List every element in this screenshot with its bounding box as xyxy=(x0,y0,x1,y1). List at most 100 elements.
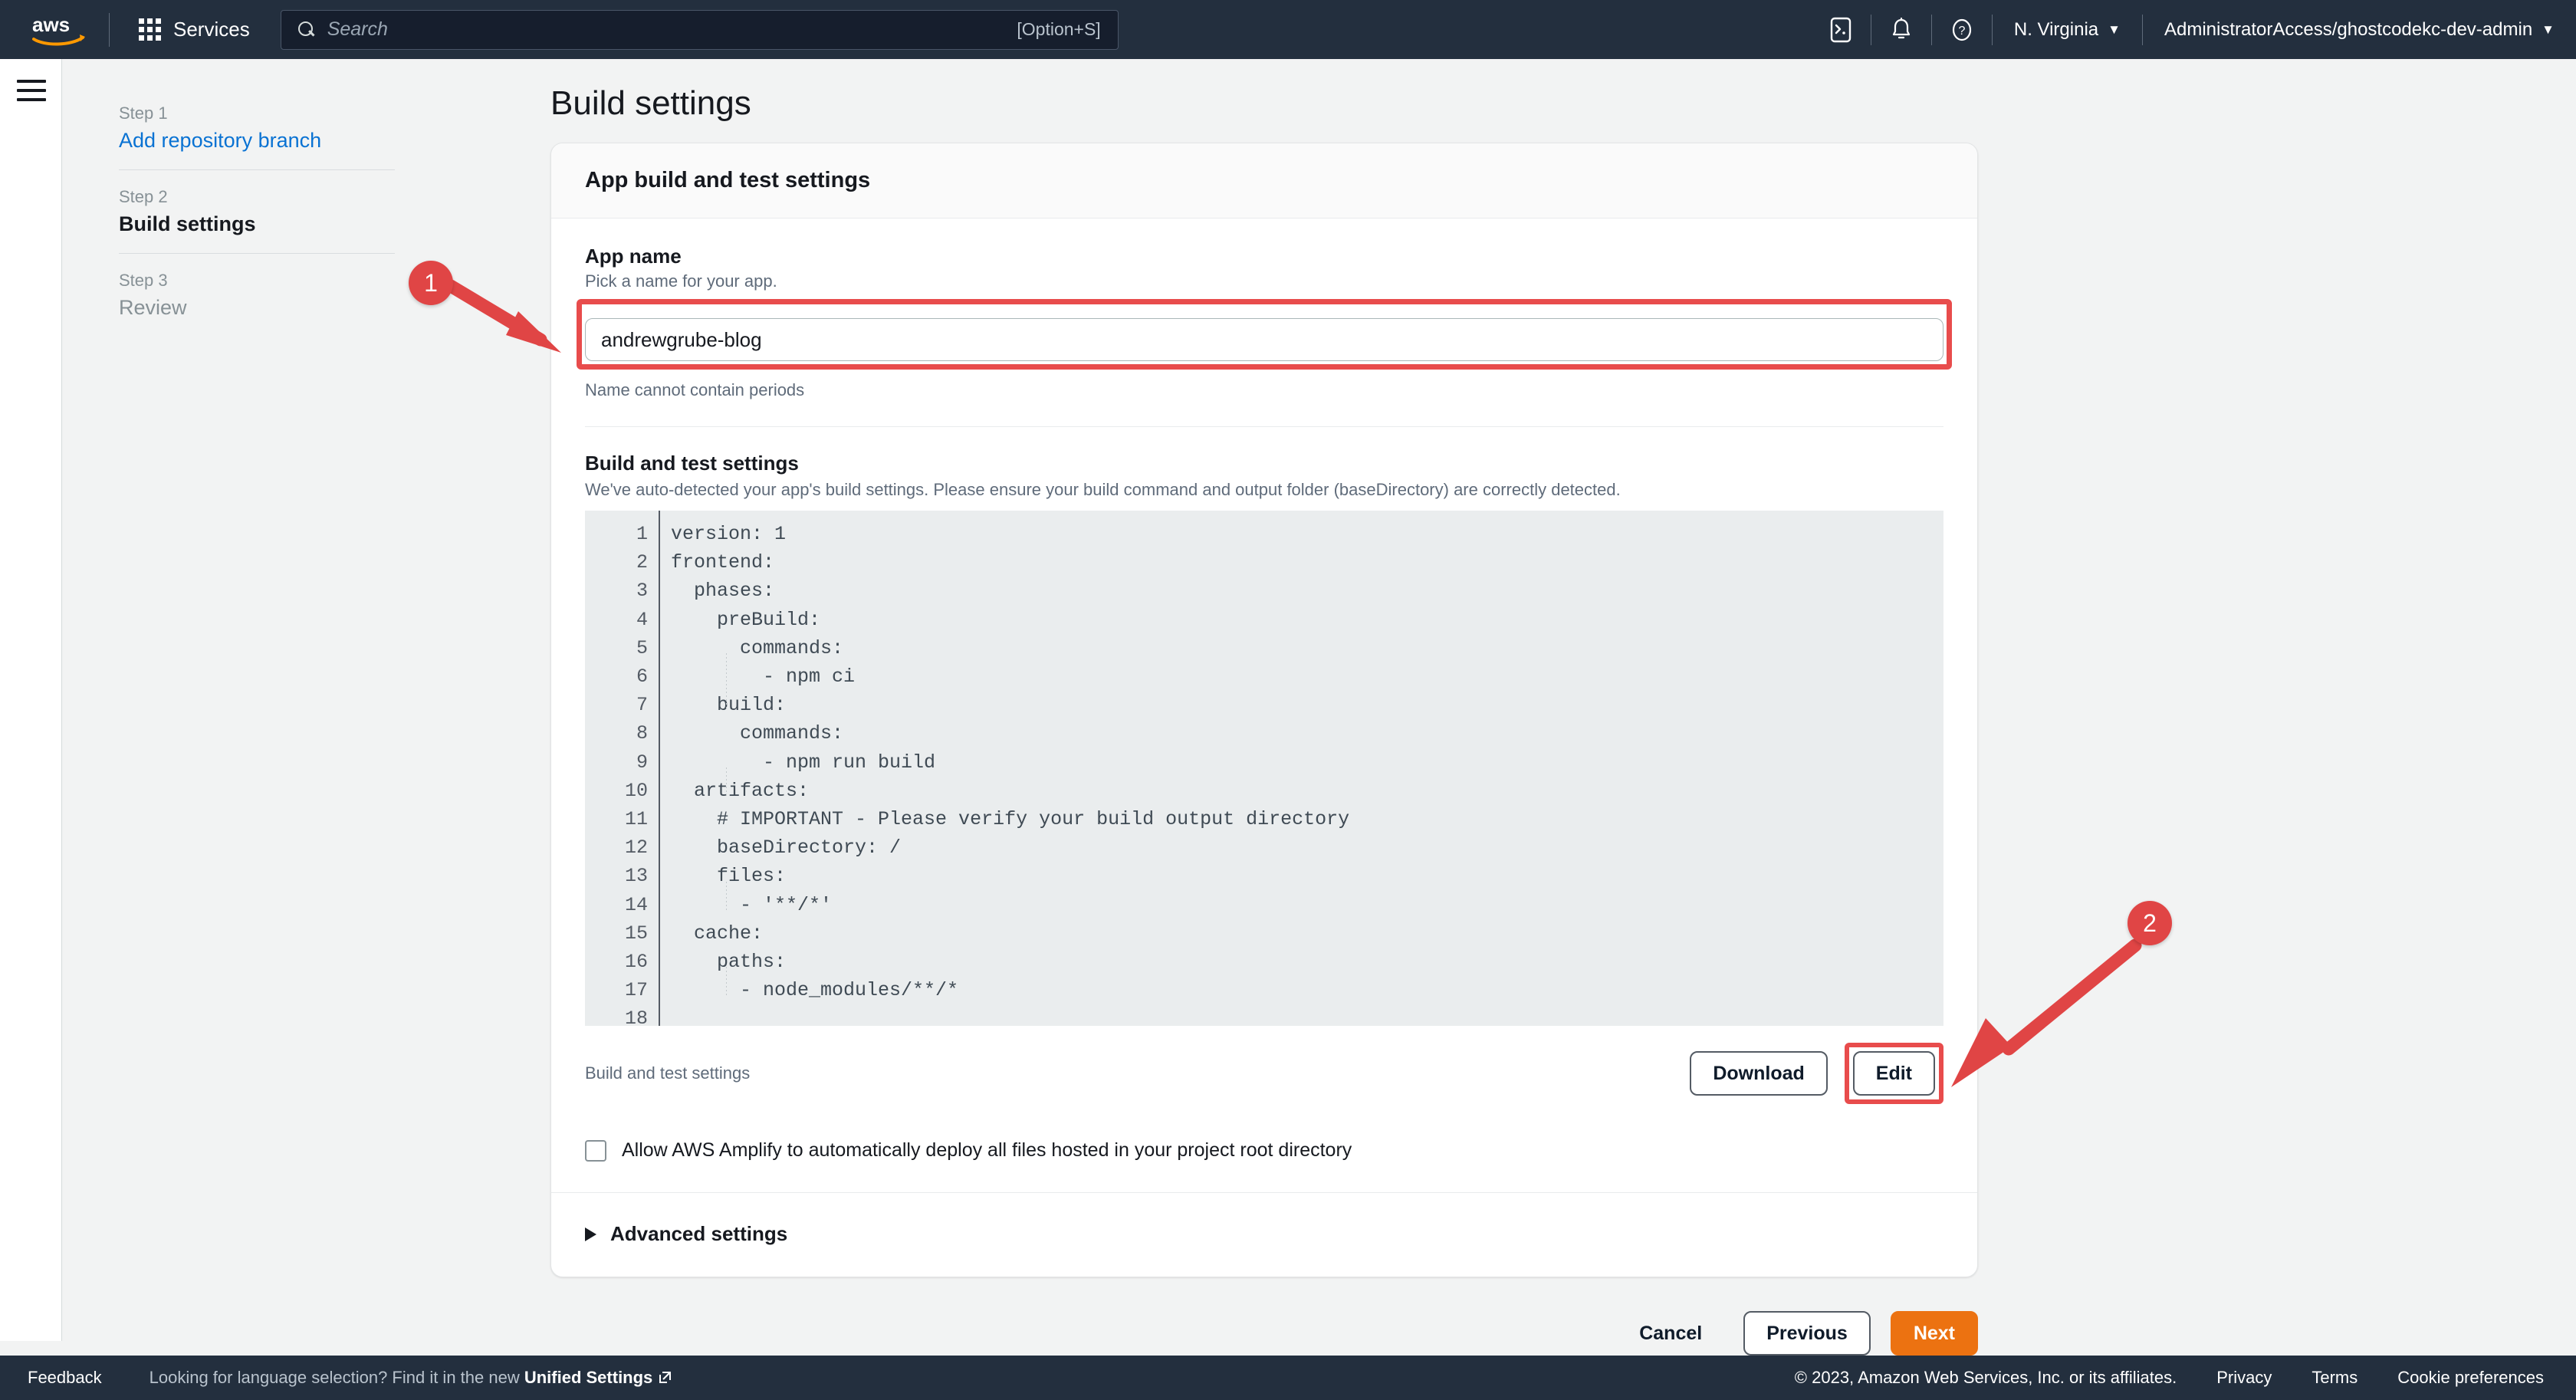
step-2-label: Step 2 xyxy=(119,187,168,206)
auto-deploy-checkbox[interactable] xyxy=(585,1139,606,1162)
editor-code-line: frontend: xyxy=(671,551,775,574)
editor-code-line: files: xyxy=(671,865,787,888)
help-icon: ? xyxy=(1952,18,1971,41)
region-selector[interactable]: N. Virginia ▼ xyxy=(1993,0,2142,59)
advanced-settings-toggle[interactable]: Advanced settings xyxy=(551,1192,1977,1277)
download-button[interactable]: Download xyxy=(1690,1051,1828,1096)
editor-action-buttons: Download Edit xyxy=(1690,1043,1944,1104)
editor-code-line: build: xyxy=(671,694,787,717)
editor-line-number: 2 xyxy=(636,551,648,574)
advanced-settings-label: Advanced settings xyxy=(610,1222,788,1245)
editor-code-line: preBuild: xyxy=(671,608,821,631)
editor-footer: Build and test settings Download Edit xyxy=(585,1026,1944,1104)
edit-button[interactable]: Edit xyxy=(1852,1051,1935,1096)
language-settings-notice: Looking for language selection? Find it … xyxy=(150,1368,673,1388)
previous-button[interactable]: Previous xyxy=(1743,1311,1871,1356)
editor-code-line: artifacts: xyxy=(671,779,810,802)
editor-code-line: baseDirectory: / xyxy=(671,836,902,859)
aws-logo[interactable]: aws xyxy=(32,13,87,47)
editor-line-number: 6 xyxy=(636,665,648,688)
build-settings-description: We've auto-detected your app's build set… xyxy=(585,480,1621,499)
sidebar-item-step-1[interactable]: Step 1 Add repository branch xyxy=(119,104,395,169)
annotation-marker-1-number: 1 xyxy=(424,268,438,297)
editor-code-line: - '**/*' xyxy=(671,893,833,916)
search-shortcut-hint: [Option+S] xyxy=(1017,19,1101,39)
step-2-title: Build settings xyxy=(119,212,256,235)
step-1-title[interactable]: Add repository branch xyxy=(119,129,395,153)
editor-line-number: 8 xyxy=(636,722,648,745)
editor-line-number: 12 xyxy=(624,836,648,859)
editor-line-number: 3 xyxy=(636,580,648,603)
editor-line-number: 17 xyxy=(624,979,648,1002)
search-input-placeholder[interactable]: Search xyxy=(327,18,1017,41)
editor-code-line: version: 1 xyxy=(671,523,787,545)
cookie-preferences-link[interactable]: Cookie preferences xyxy=(2397,1368,2544,1388)
unified-settings-link[interactable]: Unified Settings xyxy=(524,1368,652,1387)
step-1-label: Step 1 xyxy=(119,104,168,123)
account-menu[interactable]: AdministratorAccess/ghostcodekc-dev-admi… xyxy=(2143,0,2576,59)
nav-divider xyxy=(109,12,110,47)
panel-title: App build and test settings xyxy=(585,168,871,192)
auto-deploy-label: Allow AWS Amplify to automatically deplo… xyxy=(622,1139,1352,1161)
external-link-icon xyxy=(658,1369,672,1384)
global-top-navigation: aws Services Search [Option+S] ? N. Virg… xyxy=(0,0,2576,59)
app-name-hint: Name cannot contain periods xyxy=(585,380,805,399)
annotation-arrow-1 xyxy=(444,279,561,353)
editor-indent-guide xyxy=(726,653,727,710)
editor-indent-guide xyxy=(726,767,727,796)
cancel-button[interactable]: Cancel xyxy=(1618,1311,1723,1356)
editor-caption: Build and test settings xyxy=(585,1063,751,1083)
svg-text:?: ? xyxy=(1958,25,1965,38)
app-name-description: Pick a name for your app. xyxy=(585,271,777,291)
menu-toggle-button[interactable] xyxy=(17,80,46,107)
account-label: AdministratorAccess/ghostcodekc-dev-admi… xyxy=(2164,18,2533,40)
editor-code-line xyxy=(671,1004,1944,1026)
edit-button-highlight-box: Edit xyxy=(1844,1043,1944,1104)
terms-link[interactable]: Terms xyxy=(2312,1368,2358,1388)
notifications-button[interactable] xyxy=(1871,0,1931,59)
sidebar-item-step-3[interactable]: Step 3 Review xyxy=(119,253,395,337)
cloudshell-button[interactable] xyxy=(1811,0,1871,59)
step-3-title: Review xyxy=(119,296,187,319)
wizard-steps-navigation: Step 1 Add repository branch Step 2 Buil… xyxy=(119,104,395,337)
auto-deploy-checkbox-row[interactable]: Allow AWS Amplify to automatically deplo… xyxy=(585,1104,1944,1192)
footer-right-links: © 2023, Amazon Web Services, Inc. or its… xyxy=(1795,1368,2544,1388)
editor-code-line: - npm ci xyxy=(671,665,856,688)
search-icon xyxy=(297,21,315,38)
global-footer: Feedback Looking for language selection?… xyxy=(0,1356,2576,1400)
feedback-link[interactable]: Feedback xyxy=(28,1368,102,1388)
editor-line-number-gutter: 1 2 3 4 5 6 7 8 9 10 11 12 13 14 15 16 17 18 xyxy=(585,511,659,1026)
privacy-link[interactable]: Privacy xyxy=(2216,1368,2272,1388)
editor-code-area[interactable]: version: 1 frontend: phases: preBuild: co… xyxy=(659,511,1944,1026)
editor-code-line: - node_modules/**/* xyxy=(671,979,959,1002)
help-button[interactable]: ? xyxy=(1932,0,1992,59)
panel-header: App build and test settings xyxy=(551,143,1977,219)
cloudshell-icon xyxy=(1830,17,1852,42)
services-menu-button[interactable]: Services xyxy=(131,13,258,46)
next-button[interactable]: Next xyxy=(1890,1311,1978,1356)
global-search-box[interactable]: Search [Option+S] xyxy=(280,9,1119,50)
editor-line-number: 9 xyxy=(636,751,648,774)
editor-line-number: 18 xyxy=(624,1007,648,1026)
app-build-settings-panel: App build and test settings App name Pic… xyxy=(550,143,1978,1277)
buildspec-code-editor[interactable]: 1 2 3 4 5 6 7 8 9 10 11 12 13 14 15 16 17 18 version: 1 fr… xyxy=(585,511,1944,1026)
editor-line-number: 16 xyxy=(624,951,648,974)
sidebar-item-step-2[interactable]: Step 2 Build settings xyxy=(119,169,395,253)
app-name-label: App name xyxy=(585,245,682,268)
main-content: Build settings App build and test settin… xyxy=(550,84,1978,1356)
top-nav-right-cluster: ? N. Virginia ▼ AdministratorAccess/ghos… xyxy=(1811,0,2576,59)
editor-line-number: 1 xyxy=(636,523,648,545)
editor-code-line: cache: xyxy=(671,922,764,945)
annotation-marker-2-number: 2 xyxy=(2143,909,2157,937)
wizard-action-buttons: Cancel Previous Next xyxy=(550,1311,1978,1356)
svg-text:aws: aws xyxy=(32,13,70,36)
build-settings-label: Build and test settings xyxy=(585,452,799,475)
editor-line-number: 4 xyxy=(636,608,648,631)
chevron-down-icon: ▼ xyxy=(2108,21,2121,37)
chevron-right-icon xyxy=(585,1227,596,1241)
left-navigation-rail xyxy=(0,59,62,1341)
app-name-input[interactable] xyxy=(585,318,1944,361)
editor-line-number: 14 xyxy=(624,893,648,916)
editor-code-line: - npm run build xyxy=(671,751,936,774)
services-label: Services xyxy=(173,18,250,41)
